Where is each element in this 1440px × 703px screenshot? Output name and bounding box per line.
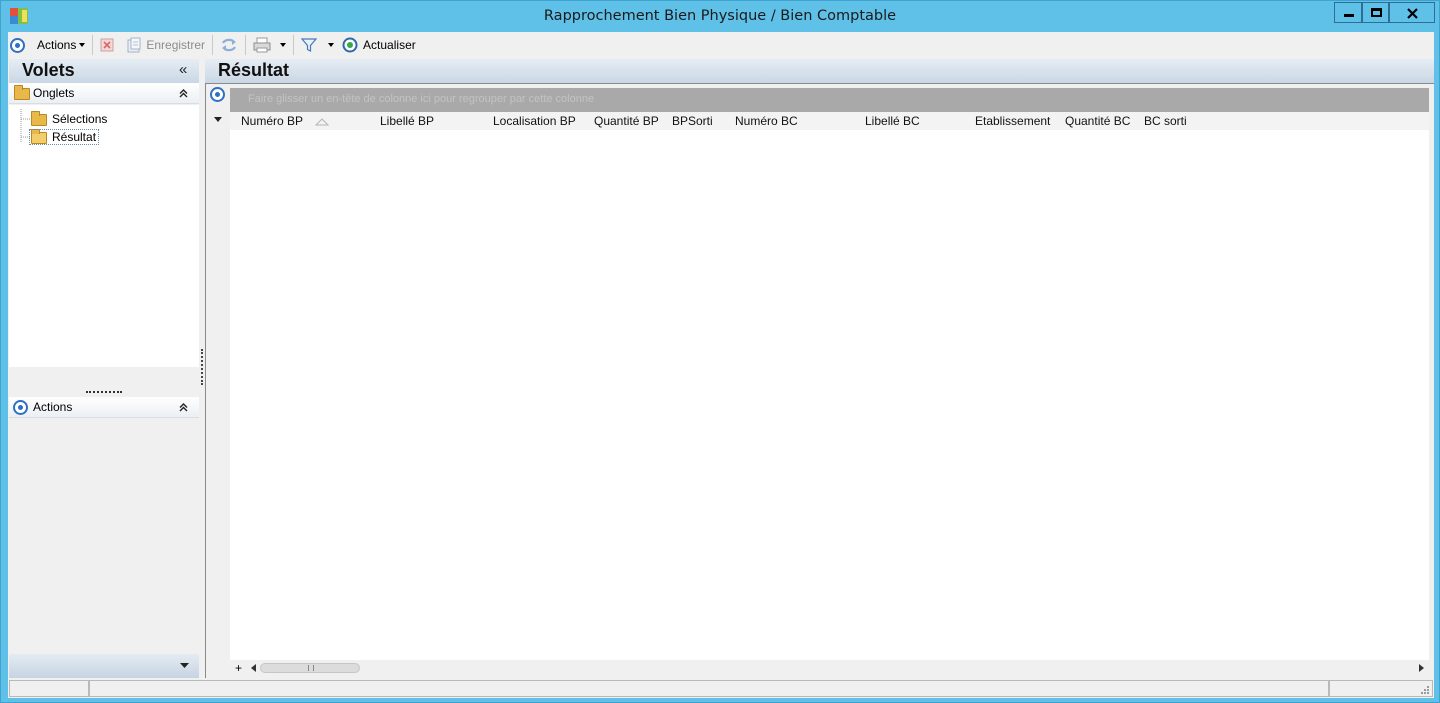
status-cell (89, 680, 1329, 697)
scroll-right-icon[interactable] (1419, 664, 1424, 672)
chevron-down-icon[interactable] (214, 117, 222, 122)
resize-grip-icon[interactable] (1419, 684, 1429, 694)
data-grid: Faire glisser un en-tête de colonne ici … (205, 83, 1434, 678)
actions-group-label: Actions (33, 400, 73, 414)
client-area: Actions Enregistrer Actualiser Volets « … (8, 32, 1434, 698)
tree-item-label: Résultat (52, 130, 97, 144)
side-pane-footer (9, 654, 199, 678)
side-pane: Volets « Onglets Sélections Résultat Act… (9, 59, 199, 678)
column-header-localisation-bp[interactable]: Localisation BP (493, 114, 576, 128)
minimize-icon (1344, 14, 1354, 17)
tree-item-label: Sélections (52, 112, 108, 126)
folder-icon (31, 111, 47, 126)
save-button-label: Enregistrer (146, 38, 206, 52)
toolbar-separator (245, 35, 247, 55)
filter-options-dropdown[interactable] (322, 34, 337, 56)
column-header-bpsorti[interactable]: BPSorti (672, 114, 713, 128)
save-icon (127, 37, 141, 53)
maximize-button[interactable] (1362, 2, 1389, 23)
folder-icon (14, 85, 30, 100)
actions-group-body (9, 418, 199, 652)
minimize-button[interactable] (1334, 2, 1362, 23)
grid-body[interactable] (230, 130, 1429, 660)
status-cell (9, 680, 89, 697)
filter-icon (301, 38, 318, 52)
target-icon (13, 400, 28, 415)
sync-icon (222, 38, 237, 52)
title-bar: Rapprochement Bien Physique / Bien Compt… (1, 1, 1439, 32)
result-title: Résultat (218, 60, 290, 80)
pane-splitter-grip[interactable] (86, 391, 122, 393)
horizontal-scrollbar[interactable]: + (230, 660, 1429, 676)
actions-menu-label: Actions (37, 38, 77, 52)
column-header-bc-sorti[interactable]: BC sorti (1144, 114, 1187, 128)
printer-icon (253, 37, 271, 53)
status-bar (8, 678, 1434, 698)
column-header-libelle-bp[interactable]: Libellé BP (380, 114, 434, 128)
column-header-libelle-bc[interactable]: Libellé BC (865, 114, 920, 128)
grid-row-selector-column (206, 84, 229, 676)
refresh-button-label: Actualiser (363, 38, 416, 52)
scrollbar-thumb[interactable] (260, 663, 360, 673)
group-by-hint: Faire glisser un en-tête de colonne ici … (248, 93, 595, 105)
toolbar-separator (212, 35, 214, 55)
double-chevron-up-icon[interactable] (179, 89, 188, 98)
grid-options-icon[interactable] (210, 87, 225, 102)
target-icon (10, 37, 25, 53)
refresh-icon (342, 37, 358, 53)
tree-item-resultat[interactable]: Résultat (29, 129, 100, 145)
double-chevron-up-icon[interactable] (179, 403, 188, 412)
column-header-etablissement[interactable]: Etablissement (975, 114, 1050, 128)
filter-button[interactable] (298, 34, 320, 56)
actions-group-header[interactable]: Actions (9, 397, 199, 418)
sync-button[interactable] (217, 34, 241, 56)
toolbar: Actions Enregistrer Actualiser (8, 32, 1434, 58)
delete-icon (100, 38, 114, 52)
print-button[interactable] (250, 34, 274, 56)
column-header-quantite-bc[interactable]: Quantité BC (1065, 114, 1130, 128)
window-title: Rapprochement Bien Physique / Bien Compt… (543, 8, 897, 24)
toolbar-separator (92, 35, 94, 55)
side-pane-title: Volets (22, 60, 75, 80)
collapse-pane-icon[interactable]: « (179, 61, 187, 78)
vertical-splitter-grip[interactable] (201, 349, 203, 385)
result-header: Résultat (205, 59, 1434, 83)
refresh-button[interactable]: Actualiser (339, 34, 419, 56)
scroll-left-icon[interactable] (251, 664, 256, 672)
column-header-quantite-bp[interactable]: Quantité BP (594, 114, 659, 128)
close-icon (1407, 8, 1418, 19)
sort-ascending-icon (315, 118, 329, 126)
toolbar-separator (293, 35, 295, 55)
chevron-down-icon (79, 43, 86, 47)
application-window: Rapprochement Bien Physique / Bien Compt… (0, 0, 1440, 703)
add-row-icon[interactable]: + (235, 661, 242, 675)
column-header-numero-bp[interactable]: Numéro BP (241, 114, 303, 128)
chevron-down-icon (328, 43, 335, 47)
tree-item-selections[interactable]: Sélections (52, 112, 107, 126)
chevron-down-icon (280, 43, 287, 47)
tabs-group-header[interactable]: Onglets (9, 83, 199, 104)
result-panel: Résultat Faire glisser un en-tête de col… (205, 59, 1434, 678)
side-pane-header: Volets « (9, 59, 199, 83)
grid-column-header: Numéro BP Libellé BP Localisation BP Qua… (230, 112, 1429, 130)
print-options-dropdown[interactable] (274, 34, 289, 56)
chevron-down-icon[interactable] (180, 663, 189, 669)
save-button[interactable]: Enregistrer (123, 34, 208, 56)
tabs-group-label: Onglets (33, 86, 75, 100)
delete-button[interactable] (97, 34, 117, 56)
group-by-panel[interactable]: Faire glisser un en-tête de colonne ici … (230, 88, 1429, 112)
maximize-icon (1371, 8, 1382, 17)
close-button[interactable] (1389, 2, 1435, 23)
status-cell (1329, 680, 1433, 697)
tabs-tree: Sélections Résultat (9, 105, 199, 367)
column-header-numero-bc[interactable]: Numéro BC (735, 114, 798, 128)
actions-menu-icon[interactable] (8, 34, 28, 56)
actions-menu[interactable]: Actions (34, 34, 88, 56)
